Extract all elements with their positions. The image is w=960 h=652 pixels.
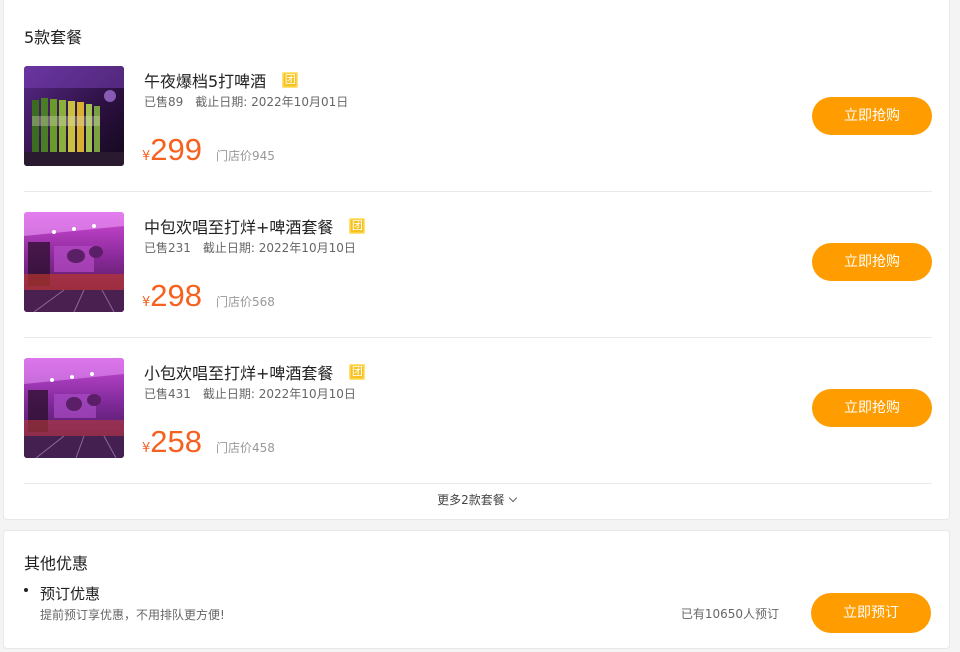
currency-symbol: ¥ (142, 441, 151, 456)
deal-price: 298 (150, 278, 203, 313)
deal-price: 258 (150, 424, 203, 459)
store-price: 门店价945 (216, 149, 275, 163)
divider (24, 483, 932, 484)
sold-count: 已售231 (144, 241, 191, 255)
deal-meta: 已售431 截止日期: 2022年10月10日 (144, 385, 356, 402)
offer-name: 预订优惠 (40, 585, 101, 603)
buy-now-button[interactable]: 立即抢购 (812, 389, 932, 427)
packages-title: 5款套餐 (24, 28, 83, 47)
deal-price: 299 (150, 132, 203, 167)
price-row: ¥258 门店价458 (142, 424, 275, 464)
deal-thumbnail[interactable] (24, 66, 124, 166)
buy-now-button[interactable]: 立即抢购 (812, 97, 932, 135)
group-buy-badge-icon: 团 (349, 364, 366, 380)
deal-thumbnail[interactable] (24, 212, 124, 312)
deal-thumbnail[interactable] (24, 358, 124, 458)
reservation-count: 已有10650人预订 (680, 607, 779, 621)
store-price: 门店价458 (216, 441, 275, 455)
price-row: ¥298 门店价568 (142, 278, 275, 318)
buy-now-button[interactable]: 立即抢购 (812, 243, 932, 281)
chevron-down-icon (508, 493, 518, 503)
sold-count: 已售431 (144, 387, 191, 401)
currency-symbol: ¥ (142, 149, 151, 164)
offer-description: 提前预订享优惠，不用排队更方便! (40, 608, 225, 622)
deadline: 截止日期: 2022年10月10日 (202, 241, 356, 255)
divider (24, 191, 932, 192)
other-offers-title: 其他优惠 (24, 554, 89, 573)
sold-count: 已售89 (144, 95, 184, 109)
deal-name-text[interactable]: 小包欢唱至打烊+啤酒套餐 (144, 360, 333, 384)
deal-name-text[interactable]: 中包欢唱至打烊+啤酒套餐 (144, 214, 333, 238)
group-buy-badge-icon: 团 (282, 72, 299, 88)
divider (24, 337, 932, 338)
deal-name-text[interactable]: 午夜爆档5打啤酒 (144, 68, 266, 92)
more-packages-label[interactable]: 更多2款套餐 (437, 493, 505, 507)
store-price: 门店价568 (216, 295, 275, 309)
deal-meta: 已售89 截止日期: 2022年10月01日 (144, 93, 348, 110)
deal-name[interactable]: 午夜爆档5打啤酒 团 (144, 68, 299, 92)
reserve-now-button[interactable]: 立即预订 (811, 593, 931, 633)
deal-meta: 已售231 截止日期: 2022年10月10日 (144, 239, 356, 256)
bullet-icon (24, 588, 28, 592)
more-packages-link[interactable]: 更多2款套餐 (4, 491, 949, 508)
price-row: ¥299 门店价945 (142, 132, 275, 172)
currency-symbol: ¥ (142, 295, 151, 310)
deal-name[interactable]: 中包欢唱至打烊+啤酒套餐 团 (144, 214, 366, 238)
deadline: 截止日期: 2022年10月10日 (202, 387, 356, 401)
other-offers-card: 其他优惠 预订优惠 提前预订享优惠，不用排队更方便! 已有10650人预订 立即… (3, 530, 950, 649)
deal-name[interactable]: 小包欢唱至打烊+啤酒套餐 团 (144, 360, 366, 384)
group-buy-badge-icon: 团 (349, 218, 366, 234)
deadline: 截止日期: 2022年10月01日 (195, 95, 349, 109)
packages-card: 5款套餐 午夜爆档5打啤酒 团 已售89 截止日期: 2022年10月01日 ¥… (3, 0, 950, 520)
